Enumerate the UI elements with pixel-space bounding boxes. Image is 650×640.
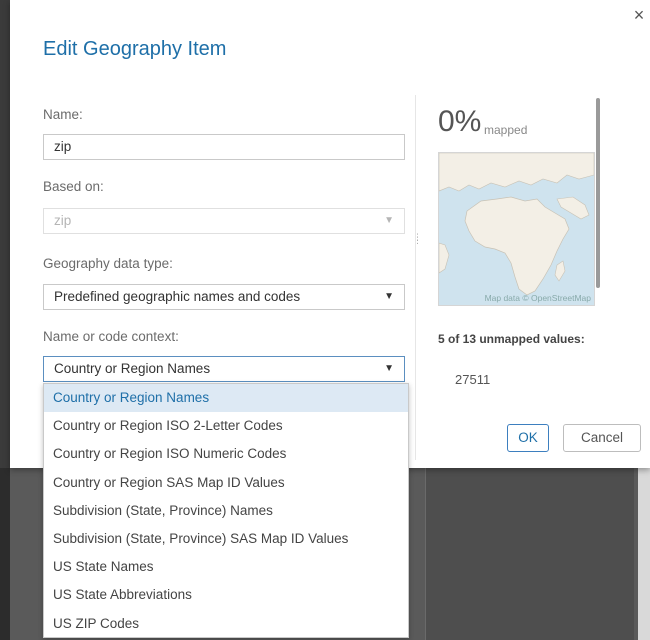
geography-type-label: Geography data type: (43, 256, 173, 271)
background-right-strip (638, 468, 650, 640)
unmapped-value: 27511 (455, 372, 491, 387)
cancel-button[interactable]: Cancel (563, 424, 641, 452)
chevron-down-icon: ▼ (384, 363, 394, 374)
dropdown-option[interactable]: US State Names (44, 553, 408, 581)
preview-map[interactable]: Map data © OpenStreetMap (438, 152, 595, 306)
map-africa-image (439, 153, 594, 305)
dropdown-option[interactable]: Country or Region ISO 2-Letter Codes (44, 412, 408, 440)
mapped-percent: 0% (438, 105, 482, 138)
context-dropdown-list: Country or Region Names Country or Regio… (43, 383, 409, 638)
dropdown-option[interactable]: US ZIP Codes (44, 610, 408, 638)
dialog-title: Edit Geography Item (43, 38, 227, 60)
dropdown-option[interactable]: Subdivision (State, Province) SAS Map ID… (44, 525, 408, 553)
geography-type-select[interactable]: Predefined geographic names and codes ▼ (43, 284, 405, 310)
panel-divider (415, 95, 416, 460)
name-input-value: zip (54, 139, 72, 154)
mapped-label: mapped (484, 123, 528, 137)
dropdown-option[interactable]: Country or Region Names (44, 384, 408, 413)
context-value: Country or Region Names (54, 361, 211, 376)
context-select[interactable]: Country or Region Names ▼ (43, 356, 405, 382)
resize-grip-icon[interactable]: ⋮ ⋮ (413, 233, 422, 245)
background-panel-inner (425, 468, 634, 640)
dropdown-option[interactable]: Subdivision (State, Province) Names (44, 497, 408, 525)
map-credit: Map data © OpenStreetMap (484, 293, 591, 303)
based-on-select: zip ▼ (43, 208, 405, 234)
based-on-label: Based on: (43, 179, 104, 194)
chevron-down-icon: ▼ (384, 291, 394, 302)
close-icon[interactable]: × (630, 6, 648, 24)
based-on-value: zip (54, 213, 72, 228)
unmapped-summary: 5 of 13 unmapped values: (438, 332, 585, 346)
dropdown-option[interactable]: Country or Region ISO Numeric Codes (44, 440, 408, 468)
context-label: Name or code context: (43, 329, 179, 344)
name-input[interactable]: zip (43, 134, 405, 160)
name-label: Name: (43, 107, 83, 122)
dropdown-option[interactable]: Country or Region SAS Map ID Values (44, 469, 408, 497)
background-left-strip (0, 468, 10, 640)
geography-type-value: Predefined geographic names and codes (54, 289, 301, 304)
preview-scrollbar[interactable] (596, 98, 600, 288)
chevron-down-icon: ▼ (384, 215, 394, 226)
dropdown-option[interactable]: US State Abbreviations (44, 581, 408, 609)
ok-button[interactable]: OK (507, 424, 549, 452)
